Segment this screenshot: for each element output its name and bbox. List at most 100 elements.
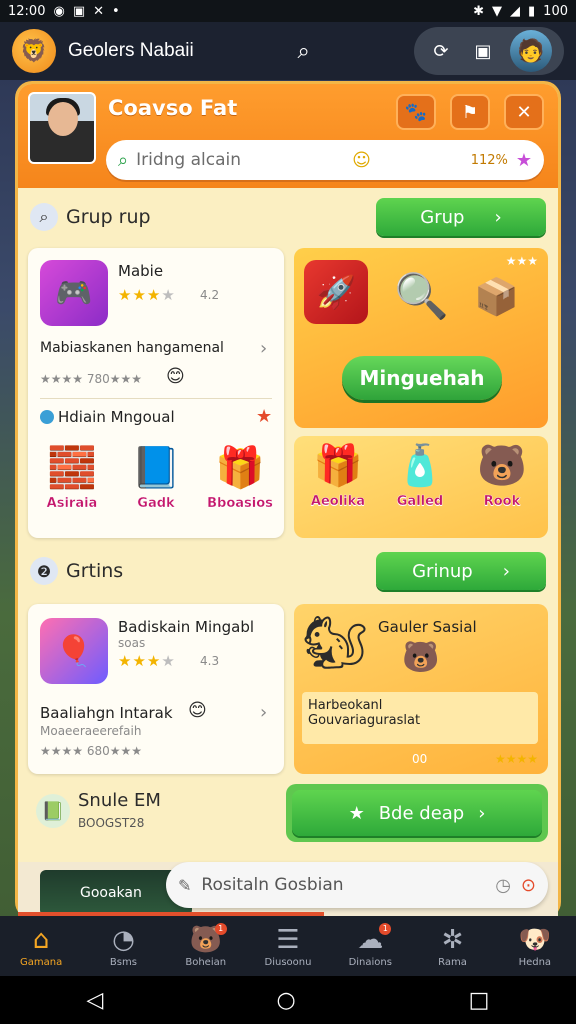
home-circle-icon[interactable]: ○ (276, 988, 295, 1013)
nav-item-bear[interactable]: 🐻 1 Boheian (171, 922, 241, 968)
section-3: 📗 Snule EM BOOGST28 ★ Bde deap › (18, 780, 558, 846)
app-card-1[interactable]: 🎮 Mabie ★★★★ 4.2 Mabiaskanen hangamenal … (28, 248, 284, 538)
promo-body-line1: Harbeokanl (308, 698, 383, 713)
bde-deap-button[interactable]: ★ Bde deap › (292, 790, 542, 836)
rating-stars: ★★★★ (118, 286, 176, 304)
nav-item-clock[interactable]: ◔ Bsms (88, 925, 158, 968)
product-item[interactable]: 🧱 Asiraia (32, 444, 112, 511)
flag-icon-button[interactable]: ⚑ (450, 94, 490, 130)
promo-item[interactable]: 🧴 Galled (380, 442, 460, 509)
app-icon: 🎮 (40, 260, 108, 326)
section-title-1: Grup rup (66, 206, 151, 228)
wifi-icon: ▼ (492, 3, 503, 19)
smiley-icon: 😊 (166, 366, 185, 387)
x-icon: ✕ (93, 3, 105, 19)
bde-deap-button-frame: ★ Bde deap › (286, 784, 548, 842)
timer-icon[interactable]: ◷ (495, 875, 511, 896)
card-subheading: Hdiain Mngoual (58, 408, 175, 426)
nav-label: Rama (438, 956, 467, 968)
nav-item-home[interactable]: ⌂ Gamana (6, 925, 76, 968)
promo-body-line2: Gouvariaguraslat (308, 713, 421, 728)
promo-footer: 00 (412, 752, 428, 766)
bde-deap-label: Bde deap (378, 802, 465, 824)
status-time: 12:00 (8, 3, 46, 19)
search-icon: ⌕ (30, 203, 58, 231)
nav-item-chat[interactable]: ☁ 1 Dinaions (335, 922, 405, 968)
grinup-button[interactable]: Grinup › (376, 552, 546, 590)
cube-icon: 📦 (474, 277, 519, 318)
grinup-button-label: Grinup (412, 560, 473, 582)
panel-search-bar[interactable]: ⌕ Iridng alcain ☺ 112% ★ (106, 140, 544, 180)
app-name: Mabie (118, 262, 164, 280)
nav-item-tool[interactable]: ✲ Rama (418, 925, 488, 968)
group-button[interactable]: Grup › (376, 198, 546, 236)
promo-item-label: Rook (483, 494, 521, 509)
product-icon: 🧱 (47, 445, 97, 491)
profile-photo[interactable] (28, 92, 96, 164)
bluetooth-icon: ✱ (473, 3, 485, 19)
notification-dot-icon: • (112, 3, 120, 19)
star-icon[interactable]: ★ (256, 406, 272, 427)
search-value: 112% (470, 152, 508, 168)
promo-card-3[interactable]: 🐿 Gauler Sasial 🐻 Harbeokanl Gouvariagur… (294, 604, 548, 774)
bottom-search-input[interactable]: Rositaln Gosbian (201, 875, 343, 895)
chevron-right-icon: › (502, 560, 510, 582)
emoji-icon[interactable]: ☺ (352, 150, 371, 171)
product-label: Bboasios (207, 496, 273, 511)
dropdown-icon[interactable]: ⊙ (521, 875, 536, 896)
rating-value: 4.2 (200, 288, 220, 302)
tool-icon: ✲ (441, 924, 464, 955)
close-icon-button[interactable]: ✕ (504, 94, 544, 130)
doc-icon: ☰ (276, 924, 300, 955)
back-icon[interactable]: ◁ (87, 988, 104, 1013)
promo-card-1[interactable]: 🚀 🔍 📦 ★★★ Minguehah (294, 248, 548, 428)
window-icon[interactable]: ▣ (468, 36, 498, 66)
app-title: Geolers Nabaii (68, 40, 194, 61)
star-icon[interactable]: ★ (516, 150, 532, 171)
search-input[interactable]: Iridng alcain (136, 150, 344, 170)
product-icon: 📘 (131, 445, 181, 491)
chevron-right-icon[interactable]: › (260, 702, 267, 723)
book-icon: 📗 (36, 794, 70, 828)
nav-label: Boheian (185, 956, 227, 968)
promo-item-icon: 🧴 (395, 443, 445, 489)
promo-item[interactable]: 🎁 Aeolika (298, 442, 378, 509)
promo-title: Gauler Sasial (378, 618, 477, 636)
nav-label: Diusoonu (264, 956, 312, 968)
user-avatar[interactable]: 🧑 (510, 30, 552, 72)
clock-icon: ◔ (112, 924, 135, 955)
nav-label: Bsms (109, 956, 137, 968)
battery-icon: ▮ (528, 3, 536, 19)
minguehah-button[interactable]: Minguehah (342, 356, 502, 400)
bottom-nav: ⌂ Gamana ◔ Bsms 🐻 1 Boheian ☰ Diusoonu ☁… (0, 916, 576, 976)
search-icon[interactable]: ⌕ (286, 33, 322, 69)
search-icon: ⌕ (118, 149, 129, 171)
promo-body: Harbeokanl Gouvariaguraslat (302, 692, 538, 744)
promo-item[interactable]: 🐻 Rook (462, 442, 542, 509)
bottom-search-bar[interactable]: ✎ Rositaln Gosbian ◷ ⊙ (166, 862, 548, 908)
nav-item-doc[interactable]: ☰ Diusoonu (253, 925, 323, 968)
section-subtitle-3: BOOGST28 (78, 816, 145, 830)
product-item[interactable]: 🎁 Bboasios (200, 444, 280, 511)
promo-card-2: 🎁 Aeolika 🧴 Galled 🐻 Rook (294, 436, 548, 538)
product-item[interactable]: 📘 Gadk (116, 444, 196, 511)
promo-item-label: Aeolika (310, 494, 366, 509)
nav-badge: 1 (379, 922, 392, 935)
refresh-icon[interactable]: ⟳ (426, 36, 456, 66)
app-card-2[interactable]: 🎈 Badiskain Mingabl soas ★★★★ 4.3 Baalia… (28, 604, 284, 774)
promo-item-label: Galled (396, 494, 444, 509)
nav-label: Hedna (518, 956, 552, 968)
section-title-2: Grtins (66, 560, 124, 582)
app-logo-icon[interactable]: 🦁 (12, 29, 56, 73)
promo-item-icon: 🎁 (313, 443, 363, 489)
product-label: Asiraia (46, 496, 98, 511)
chevron-right-icon[interactable]: › (260, 338, 267, 359)
nav-badge: 1 (214, 922, 227, 935)
pet-icon-button[interactable]: 🐾 (396, 94, 436, 130)
chevron-right-icon: › (494, 206, 502, 228)
promo-app-icon: 🚀 (304, 260, 368, 324)
app-name: Badiskain Mingabl (118, 618, 255, 636)
nav-item-pet[interactable]: 🐶 Hedna (500, 925, 570, 968)
app-subtitle: soas (118, 636, 146, 650)
recents-icon[interactable]: □ (469, 988, 490, 1013)
